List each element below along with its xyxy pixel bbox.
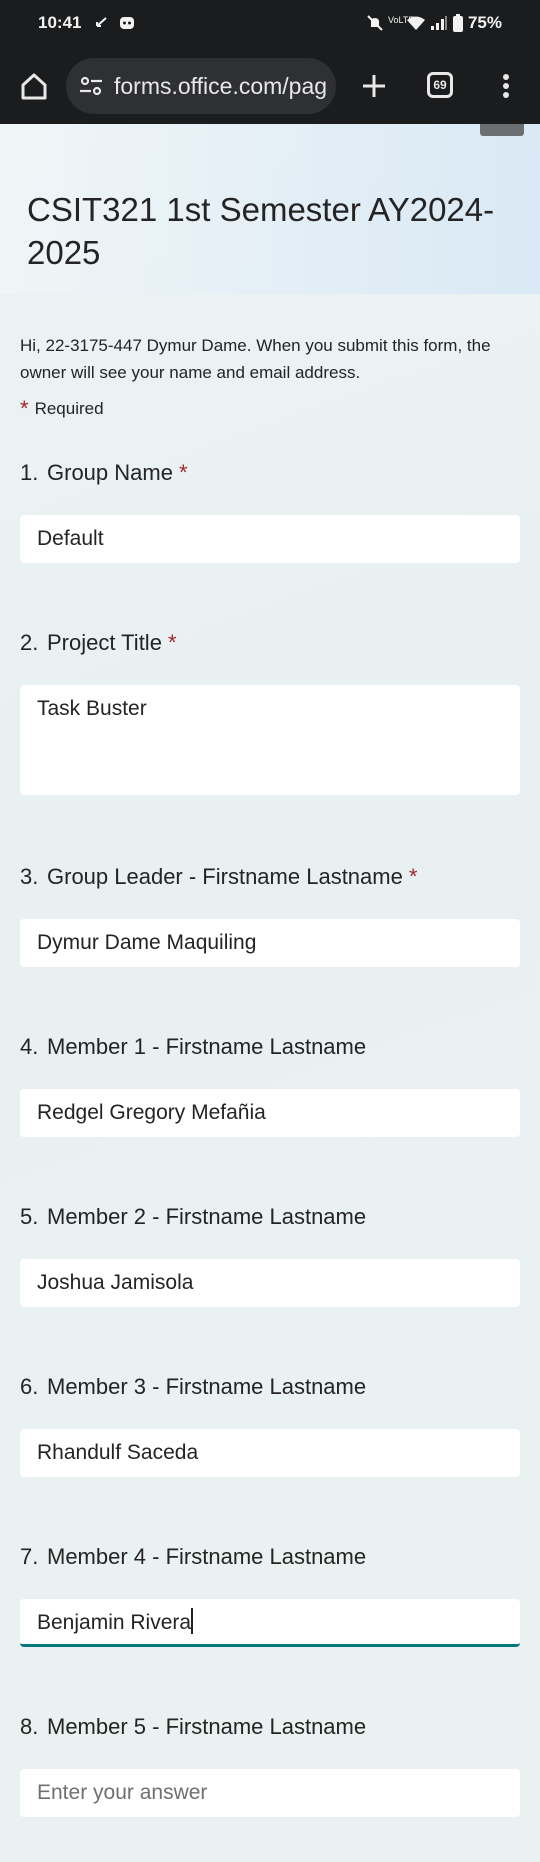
question-number: 4.	[20, 1034, 39, 1059]
home-icon	[21, 73, 47, 100]
question-text: Group Leader - Firstname Lastname	[47, 864, 403, 889]
battery-icon	[453, 14, 463, 35]
question-group-leader: 3. Group Leader - Firstname Lastname * D…	[20, 864, 520, 967]
question-text: Member 2 - Firstname Lastname	[47, 1204, 367, 1229]
scroll-indicator[interactable]	[480, 124, 524, 136]
form-title: CSIT321 1st Semester AY2024-2025	[27, 191, 495, 271]
question-member-3: 6. Member 3 - Firstname Lastname Rhandul…	[20, 1374, 520, 1477]
group-leader-input[interactable]: Dymur Dame Maquiling	[20, 919, 520, 967]
question-label: 1. Group Name *	[20, 460, 520, 490]
question-label: 6. Member 3 - Firstname Lastname	[20, 1374, 520, 1404]
question-label: 3. Group Leader - Firstname Lastname *	[20, 864, 520, 894]
plus-icon	[363, 75, 385, 97]
call-icon	[94, 14, 110, 33]
question-number: 2.	[20, 630, 39, 655]
tab-switcher-button[interactable]: 69	[427, 72, 453, 98]
question-member-2: 5. Member 2 - Firstname Lastname Joshua …	[20, 1204, 520, 1307]
member-1-input[interactable]: Redgel Gregory Mefañia	[20, 1089, 520, 1137]
new-tab-button[interactable]	[356, 68, 392, 104]
battery-percentage: 75%	[467, 13, 502, 32]
required-note-text: Required	[34, 399, 104, 418]
question-number: 7.	[20, 1544, 39, 1569]
text-caret	[191, 1608, 194, 1634]
question-text: Member 3 - Firstname Lastname	[47, 1374, 367, 1399]
question-number: 5.	[20, 1204, 39, 1229]
question-member-4: 7. Member 4 - Firstname Lastname Benjami…	[20, 1544, 520, 1647]
question-label: 2. Project Title *	[20, 630, 520, 660]
required-asterisk: *	[408, 864, 418, 889]
group-name-input[interactable]: Default	[20, 515, 520, 563]
question-text: Member 4 - Firstname Lastname	[47, 1544, 367, 1569]
project-title-input[interactable]: Task Buster	[20, 685, 520, 795]
more-vertical-icon	[503, 74, 509, 98]
question-text: Member 5 - Firstname Lastname	[47, 1714, 367, 1739]
question-label: 5. Member 2 - Firstname Lastname	[20, 1204, 520, 1234]
overflow-menu-button[interactable]	[496, 68, 516, 104]
question-text: Group Name	[47, 460, 173, 485]
question-group-name: 1. Group Name * Default	[20, 460, 520, 563]
required-asterisk: *	[167, 630, 177, 655]
status-bar: 10:41 VoLTE 75%	[0, 0, 540, 48]
member-4-value: Benjamin Rivera	[37, 1611, 192, 1634]
member-3-input[interactable]: Rhandulf Saceda	[20, 1429, 520, 1477]
question-project-title: 2. Project Title * Task Buster	[20, 630, 520, 795]
site-settings-icon[interactable]	[78, 73, 104, 99]
browser-toolbar: forms.office.com/pag 69	[0, 48, 540, 124]
member-5-input[interactable]: Enter your answer	[20, 1769, 520, 1817]
url-text[interactable]: forms.office.com/pag	[114, 73, 327, 100]
question-number: 6.	[20, 1374, 39, 1399]
required-note: * Required	[20, 396, 104, 422]
mute-icon	[366, 14, 384, 35]
question-text: Member 1 - Firstname Lastname	[47, 1034, 367, 1059]
wifi-icon	[406, 14, 426, 35]
question-number: 8.	[20, 1714, 39, 1739]
member-2-input[interactable]: Joshua Jamisola	[20, 1259, 520, 1307]
required-asterisk: *	[20, 396, 29, 421]
member-4-input[interactable]: Benjamin Rivera	[20, 1599, 520, 1647]
status-time: 10:41	[38, 13, 82, 32]
home-button[interactable]	[16, 68, 52, 104]
signal-icon	[430, 14, 448, 35]
question-label: 8. Member 5 - Firstname Lastname	[20, 1714, 520, 1744]
question-member-1: 4. Member 1 - Firstname Lastname Redgel …	[20, 1034, 520, 1137]
question-text: Project Title	[47, 630, 162, 655]
android-app-icon	[118, 14, 136, 35]
question-number: 1.	[20, 460, 39, 485]
required-asterisk: *	[178, 460, 188, 485]
address-bar[interactable]: forms.office.com/pag	[66, 58, 336, 114]
question-member-5: 8. Member 5 - Firstname Lastname Enter y…	[20, 1714, 520, 1817]
question-number: 3.	[20, 864, 39, 889]
form-intro: Hi, 22-3175-447 Dymur Dame. When you sub…	[20, 336, 491, 382]
question-label: 7. Member 4 - Firstname Lastname	[20, 1544, 520, 1574]
question-label: 4. Member 1 - Firstname Lastname	[20, 1034, 520, 1064]
